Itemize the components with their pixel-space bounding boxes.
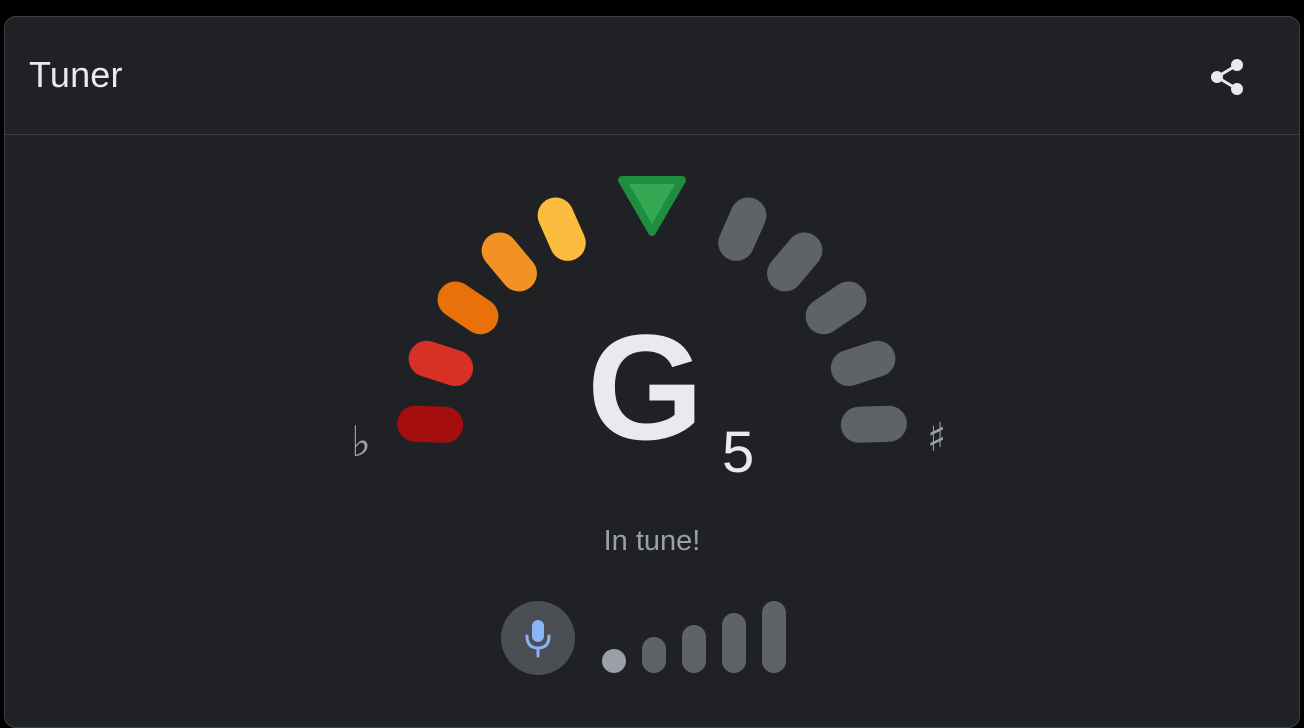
gauge-segment-sharp-2	[767, 232, 823, 292]
detected-octave: 5	[722, 420, 755, 485]
gauge-segment-flat-3	[437, 281, 499, 335]
gauge-segment-sharp-4	[830, 340, 896, 387]
tuning-gauge	[397, 176, 907, 443]
microphone-icon	[525, 620, 551, 658]
gauge-segment-flat-5	[537, 197, 586, 261]
gauge-segment-flat-2	[408, 340, 474, 387]
microphone-button[interactable]	[501, 601, 575, 675]
gauge-segment-sharp-5	[840, 405, 907, 443]
pitch-indicator-icon	[618, 176, 686, 236]
gauge-segment-flat-4	[481, 232, 537, 292]
flat-symbol: ♭	[351, 417, 371, 466]
sharp-symbol: ♯	[927, 415, 947, 461]
gauge-segment-flat-1	[397, 405, 464, 443]
tuning-status: In tune!	[603, 525, 701, 557]
gauge-segment-sharp-1	[718, 197, 767, 261]
detected-note: G	[587, 303, 704, 471]
tuner-card: Tuner ♭ ♯ G 5 In tune!	[4, 16, 1300, 728]
level-bar-5	[762, 601, 786, 673]
gauge-segment-sharp-3	[805, 281, 867, 335]
level-bar-2	[642, 637, 666, 673]
level-bar-4	[722, 613, 746, 673]
level-bar-3	[682, 625, 706, 673]
level-bar-1	[602, 649, 626, 673]
